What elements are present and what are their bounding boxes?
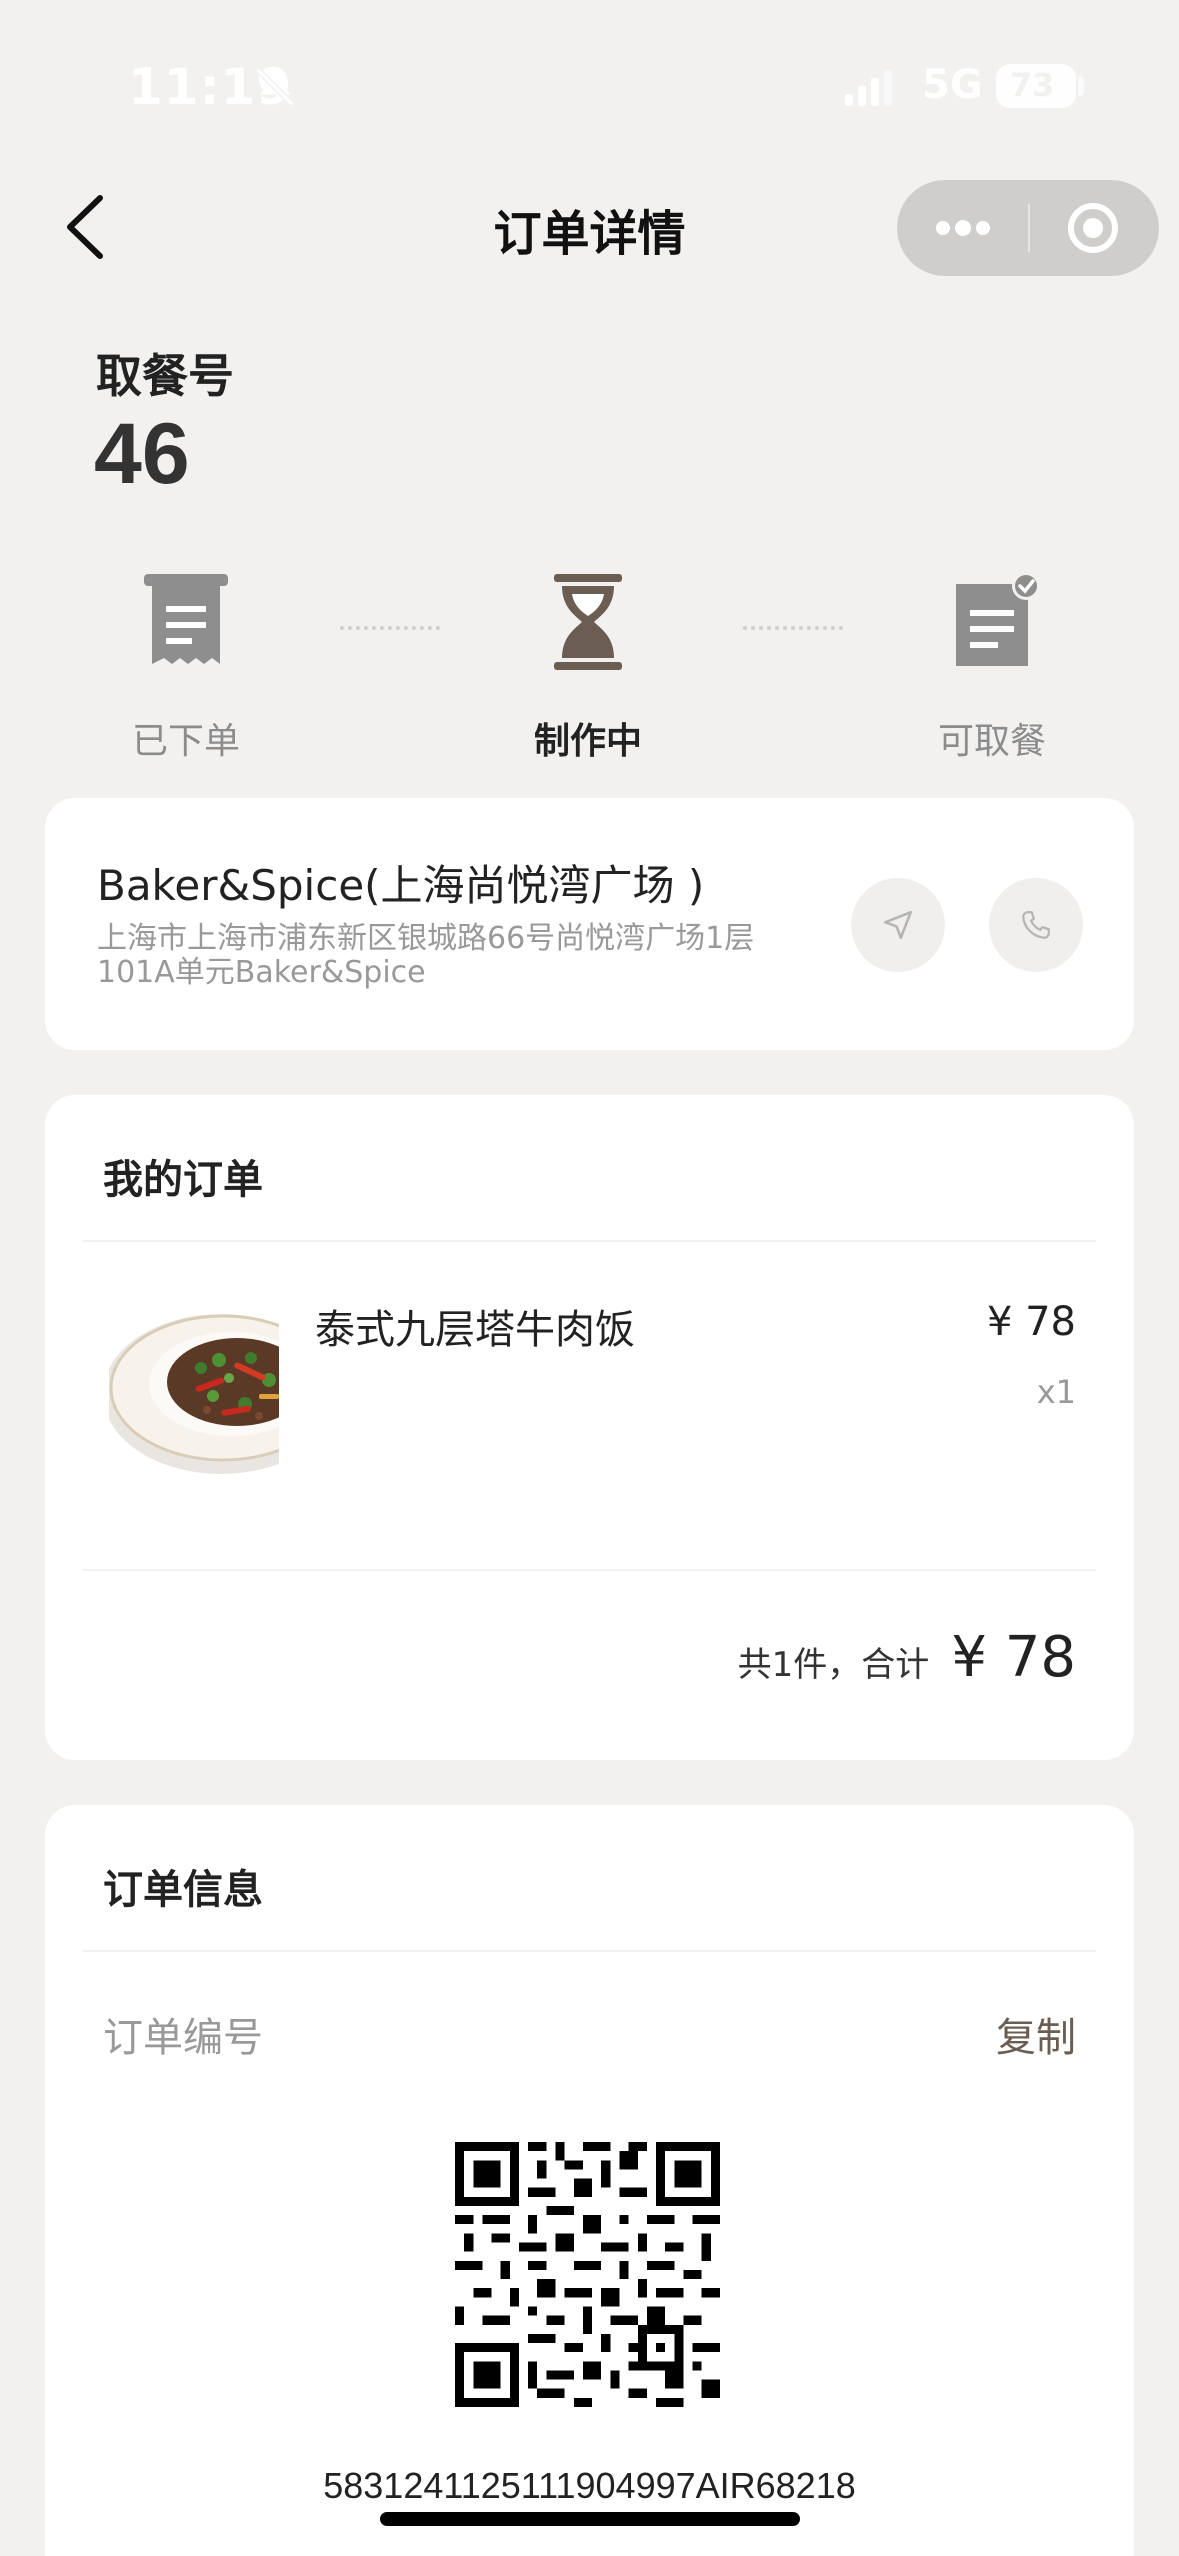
order-number-value: 5831241125111904997AIR68218 — [323, 2465, 856, 2506]
store-name: Baker&Spice(上海尚悦湾广场 ) — [97, 861, 705, 910]
target-icon[interactable] — [1065, 200, 1121, 256]
hourglass-icon — [554, 574, 622, 670]
step-label: 已下单 — [131, 721, 240, 762]
step-preparing: 制作中 — [488, 572, 688, 764]
item-name: 泰式九层塔牛肉饭 — [315, 1307, 635, 1353]
step-connector — [340, 626, 440, 630]
item-image — [109, 1298, 279, 1476]
pickup-label: 取餐号 — [96, 349, 234, 403]
order-number-label: 订单编号 — [103, 2015, 263, 2061]
order-section-title: 我的订单 — [103, 1157, 263, 1203]
step-label: 制作中 — [533, 721, 642, 762]
divider — [83, 1950, 1096, 1952]
info-section-title: 订单信息 — [103, 1867, 263, 1913]
signal-icon — [845, 70, 892, 106]
phone-icon — [1022, 911, 1050, 939]
divider — [83, 1569, 1096, 1571]
status-bar: 11:19 5G 73 — [0, 0, 1179, 170]
step-ready: 可取餐 — [892, 572, 1092, 764]
navigate-icon — [883, 910, 913, 940]
store-card: Baker&Spice(上海尚悦湾广场 ) 上海市上海市浦东新区银城路66号尚悦… — [45, 798, 1134, 1050]
order-card: 我的订单 泰式九层塔牛肉饭 ¥ 78 x1 共1件，合计 ¥ 78 — [45, 1095, 1134, 1760]
qr-code — [455, 2142, 720, 2407]
step-connector — [743, 626, 843, 630]
clipboard-check-icon — [956, 572, 1040, 666]
order-total: 共1件，合计 ¥ 78 — [738, 1625, 1076, 1690]
item-price: ¥ 78 — [986, 1299, 1076, 1345]
receipt-icon — [144, 574, 228, 664]
navigate-button[interactable] — [851, 878, 945, 972]
battery-cap — [1078, 76, 1084, 96]
step-ordered: 已下单 — [86, 572, 286, 764]
battery-level: 73 — [1009, 66, 1055, 104]
step-label: 可取餐 — [937, 721, 1046, 762]
battery-icon: 73 — [996, 64, 1076, 108]
divider — [83, 1240, 1096, 1242]
phone-button[interactable] — [989, 878, 1083, 972]
home-indicator — [380, 2512, 800, 2526]
store-address: 上海市上海市浦东新区银城路66号尚悦湾广场1层101A单元Baker&Spice — [97, 921, 755, 990]
more-icon[interactable] — [933, 210, 993, 246]
capsule-divider — [1028, 204, 1030, 252]
total-label: 共1件，合计 — [737, 1645, 930, 1685]
bell-slash-icon — [255, 67, 295, 107]
pickup-number: 46 — [94, 406, 190, 502]
item-qty: x1 — [1036, 1373, 1076, 1411]
mini-program-capsule — [897, 180, 1159, 276]
copy-button[interactable]: 复制 — [996, 2005, 1076, 2063]
order-info-card: 订单信息 订单编号 复制 5831241125111904997AIR68218 — [45, 1805, 1134, 2556]
network-label: 5G — [922, 62, 983, 108]
total-amount: ¥ 78 — [951, 1625, 1076, 1690]
